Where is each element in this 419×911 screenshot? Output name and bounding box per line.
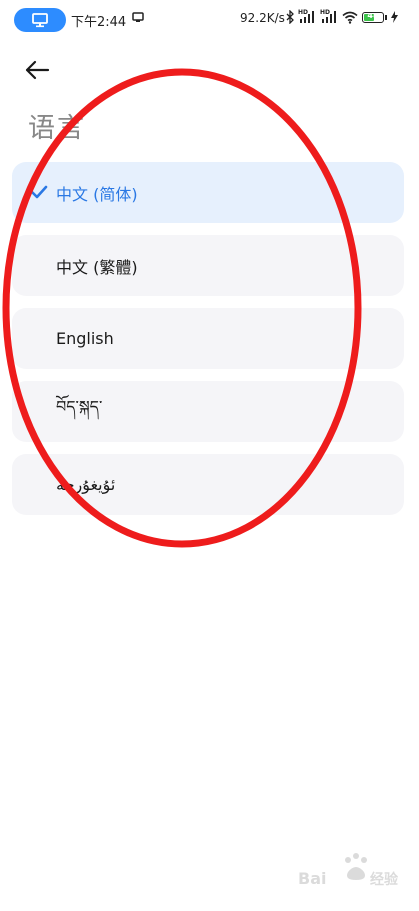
battery-indicator: 48 [362, 11, 387, 23]
language-label: བོད་སྐད་ [56, 397, 103, 416]
signal-bars-icon [300, 11, 314, 23]
language-option-english[interactable]: English [12, 308, 404, 369]
message-notification-icon [132, 12, 144, 22]
svg-text:Bai: Bai [298, 869, 326, 888]
language-option-zh-hans[interactable]: 中文 (简体) [12, 162, 404, 223]
status-time: 下午2:44 [71, 15, 127, 30]
status-icons: HD HD 48 [286, 9, 398, 24]
status-bar: 下午2:44 92.2K/s HD HD 48 [0, 0, 419, 40]
language-option-uyghur[interactable]: ئۇيغۇرچە [12, 454, 404, 515]
language-label: 中文 (繁體) [56, 257, 138, 277]
language-label: 中文 (简体) [56, 184, 138, 204]
language-label: ئۇيغۇرچە [56, 475, 116, 494]
page-title: 语言 [28, 113, 86, 144]
arrow-left-icon [25, 60, 50, 80]
signal-bars-icon-2 [322, 11, 336, 23]
language-option-tibetan[interactable]: བོད་སྐད་ [12, 381, 404, 442]
language-list: 中文 (简体) 中文 (繁體) English བོད་སྐད་ ئۇيغۇرچ… [12, 162, 404, 527]
bluetooth-icon [286, 10, 294, 24]
screen-cast-indicator[interactable] [14, 8, 66, 32]
watermark-logo: Bai 经验 [298, 853, 399, 888]
network-speed: 92.2K/s [240, 11, 285, 25]
svg-text:经验: 经验 [370, 871, 399, 888]
check-icon [30, 185, 48, 199]
language-option-zh-hant[interactable]: 中文 (繁體) [12, 235, 404, 296]
battery-level: 48 [367, 11, 379, 20]
language-label: English [56, 329, 114, 348]
screen-cast-icon [32, 13, 48, 28]
signal-strength-sim1: HD [298, 9, 316, 24]
wifi-icon [342, 11, 358, 24]
back-button[interactable] [24, 54, 64, 86]
signal-strength-sim2: HD [320, 9, 338, 24]
charging-icon [391, 11, 398, 23]
